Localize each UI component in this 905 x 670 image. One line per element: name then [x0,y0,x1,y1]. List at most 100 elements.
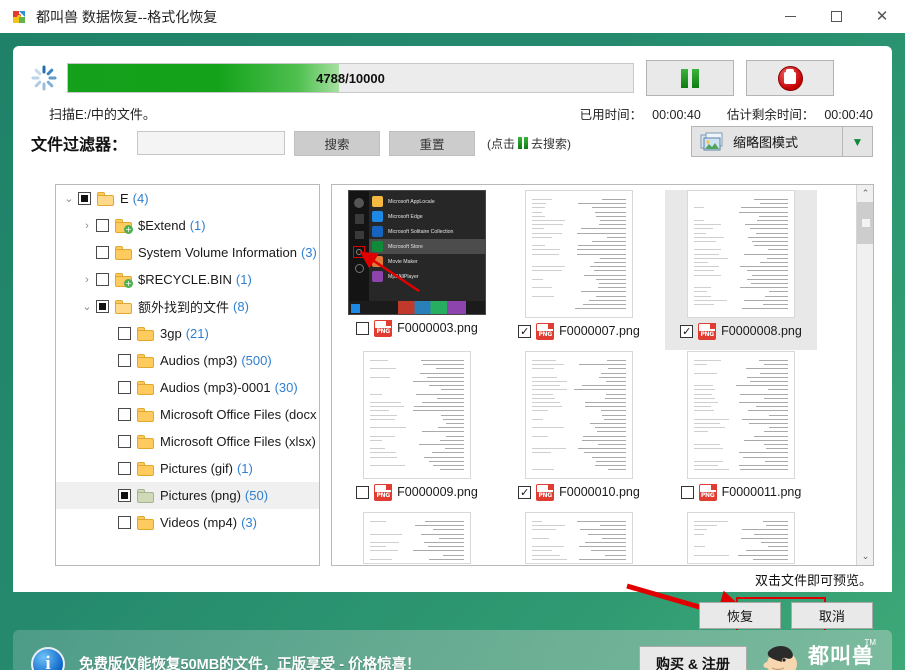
thumbnail-item[interactable]: PNG F0000008.png [665,190,817,350]
reset-button[interactable]: 重置 [389,130,476,156]
tree-checkbox[interactable] [118,435,131,448]
stop-button[interactable] [746,60,834,96]
png-file-icon: PNG [698,483,717,501]
tree-checkbox[interactable] [96,219,109,232]
tree-checkbox[interactable] [118,462,131,475]
tree-row[interactable]: Videos (mp4) (3) [56,509,319,536]
tree-item-count: (21) [185,326,209,341]
progress-row: 4788/10000 [31,60,874,96]
view-mode-dropdown[interactable]: 缩略图模式 ▼ [691,126,873,157]
tree-checkbox[interactable] [96,300,109,313]
thumbnail-image-document[interactable] [525,190,633,318]
thumbnail-checkbox[interactable] [356,485,370,499]
maximize-button[interactable] [813,0,859,33]
tree-checkbox[interactable] [78,192,91,205]
filter-hint-suffix: 去搜索) [531,136,572,151]
tree-checkbox[interactable] [118,408,131,421]
tree-item-count: (500) [241,353,272,368]
thumbnail-item[interactable]: Microsoft AppLocale Microsoft Edge Microso… [341,190,493,350]
tree-item-label: Pictures (png) [160,488,241,503]
thumbnail-checkbox[interactable] [680,324,694,338]
close-icon: ✕ [875,7,889,25]
scroll-down-icon[interactable]: ⌄ [857,548,873,565]
scan-status-text: 扫描E:/中的文件。 [49,107,156,122]
folder-icon: + [115,218,133,234]
thumbnail-caption: PNG F0000007.png [518,318,640,344]
thumbnail-item[interactable]: PNG F0000007.png [503,190,655,350]
tree-checkbox[interactable] [118,516,131,529]
thumbnail-image-start-menu[interactable]: Microsoft AppLocale Microsoft Edge Microso… [348,190,486,315]
thumbnail-checkbox[interactable] [518,485,532,499]
close-button[interactable]: ✕ [859,0,905,33]
thumbnail-image-document[interactable] [363,351,471,479]
folder-icon [115,299,132,314]
thumbnail-item[interactable] [665,512,817,565]
tree-row[interactable]: Pictures (gif) (1) [56,455,319,482]
thumbnail-checkbox[interactable] [356,321,370,335]
thumbnail-item[interactable]: PNG F0000011.png [665,351,817,511]
main-card: 4788/10000 扫描E:/中的文件。 已用时间： 00:00:40 估计剩余时… [13,46,892,635]
thumbnail-filename: F0000008.png [721,324,802,338]
tree-item-label: $RECYCLE.BIN [138,272,232,287]
tree-item-label: $Extend [138,218,186,233]
thumbnail-image-document[interactable] [363,512,471,564]
png-file-icon: PNG [374,319,393,337]
elapsed-value: 00:00:40 [652,108,701,122]
thumbnail-item[interactable]: PNG F0000009.png [341,351,493,511]
tree-row[interactable]: Pictures (png) (50) [56,482,319,509]
thumbnail-item[interactable] [503,512,655,565]
thumbnail-checkbox[interactable] [680,485,694,499]
folder-tree[interactable]: ⌄ E (4) › + $Extend (1) System Volume Informati… [55,184,320,566]
thumbnail-image-document[interactable] [687,351,795,479]
tree-row[interactable]: › + $Extend (1) [56,212,319,239]
thumbnail-pane[interactable]: Microsoft AppLocale Microsoft Edge Microso… [331,184,874,566]
recover-button[interactable]: 恢复 [699,602,781,629]
thumbnail-image-document[interactable] [687,512,795,564]
tree-checkbox[interactable] [96,246,109,259]
thumbnail-caption: PNG F0000010.png [518,479,640,505]
filter-input[interactable] [137,131,286,155]
info-icon: i [31,646,65,670]
tree-checkbox[interactable] [118,381,131,394]
thumbnail-item[interactable] [341,512,493,565]
tree-row[interactable]: ⌄ 额外找到的文件 (8) [56,293,319,320]
scroll-up-icon[interactable]: ⌃ [857,185,873,202]
tree-checkbox[interactable] [118,327,131,340]
chevron-down-icon[interactable]: ⌄ [60,192,78,205]
buy-register-button[interactable]: 购买 & 注册 [639,646,747,670]
chevron-right-icon[interactable]: › [78,274,96,286]
minimize-button[interactable] [767,0,813,33]
tree-checkbox[interactable] [96,273,109,286]
tree-item-label: E [120,191,129,206]
search-button[interactable]: 搜索 [294,130,381,156]
tree-checkbox[interactable] [118,354,131,367]
tree-row[interactable]: Audios (mp3) (500) [56,347,319,374]
thumbnail-image-document[interactable] [525,351,633,479]
app-icon [10,8,28,26]
thumbnail-checkbox[interactable] [518,324,532,338]
tree-row[interactable]: › + $RECYCLE.BIN (1) [56,266,319,293]
pause-button[interactable] [646,60,734,96]
thumbnail-item[interactable]: PNG F0000010.png [503,351,655,511]
tree-row[interactable]: System Volume Information (3) [56,239,319,266]
vertical-scrollbar[interactable]: ⌃ ⌄ [856,185,873,565]
tree-row[interactable]: 3gp (21) [56,320,319,347]
maximize-icon [830,11,842,22]
thumbnail-caption: PNG F0000003.png [356,315,478,341]
tree-item-count: (50) [244,488,269,503]
chevron-down-icon[interactable]: ⌄ [78,300,96,313]
tree-item-count: (1) [235,272,252,287]
chevron-down-icon[interactable]: ▼ [842,127,872,156]
png-file-icon: PNG [698,322,717,340]
tree-row[interactable]: Audios (mp3)-0001 (30) [56,374,319,401]
tree-row[interactable]: Microsoft Office Files (docx [56,401,319,428]
scrollbar-thumb[interactable] [857,202,873,244]
tree-row[interactable]: ⌄ E (4) [56,185,319,212]
thumbnail-image-document[interactable] [687,190,795,318]
tree-item-count: (1) [189,218,206,233]
tree-row[interactable]: Microsoft Office Files (xlsx) [56,428,319,455]
cancel-button[interactable]: 取消 [791,602,873,629]
chevron-right-icon[interactable]: › [78,220,96,232]
thumbnail-image-document[interactable] [525,512,633,564]
tree-checkbox[interactable] [118,489,131,502]
